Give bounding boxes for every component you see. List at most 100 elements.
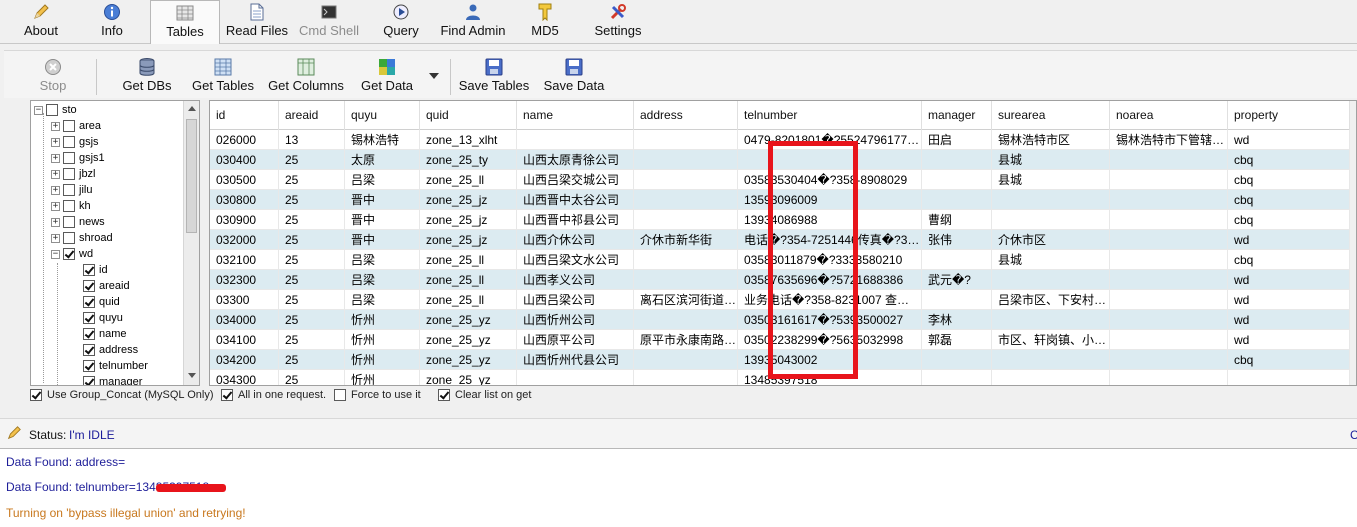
save-data-button[interactable]: Save Data bbox=[542, 57, 606, 97]
column-header-surearea[interactable]: surearea bbox=[992, 101, 1110, 130]
tab-find-admin[interactable]: Find Admin bbox=[436, 0, 510, 42]
checkbox-checked[interactable] bbox=[83, 296, 95, 308]
table-cell-property[interactable]: cbq bbox=[1228, 250, 1350, 270]
table-cell-quid[interactable]: zone_25_yz bbox=[420, 310, 517, 330]
checkbox-checked[interactable] bbox=[83, 312, 95, 324]
table-cell-property[interactable] bbox=[1228, 370, 1350, 385]
table-cell-name[interactable]: 山西晋中祁县公司 bbox=[517, 210, 634, 230]
table-cell-areaid[interactable]: 25 bbox=[279, 330, 345, 350]
table-cell-property[interactable]: cbq bbox=[1228, 190, 1350, 210]
table-cell-noarea[interactable] bbox=[1110, 250, 1228, 270]
table-cell-id[interactable]: 034100 bbox=[210, 330, 279, 350]
table-cell-name[interactable] bbox=[517, 370, 634, 385]
tab-about[interactable]: About bbox=[8, 0, 74, 42]
table-cell-address[interactable] bbox=[634, 270, 738, 290]
tree-node-column[interactable]: telnumber bbox=[83, 358, 148, 374]
table-cell-noarea[interactable] bbox=[1110, 330, 1228, 350]
tree-node-column[interactable]: quid bbox=[83, 294, 120, 310]
collapse-icon[interactable]: − bbox=[34, 105, 43, 115]
tree-node-column[interactable]: quyu bbox=[83, 310, 123, 326]
checkbox[interactable] bbox=[63, 120, 75, 132]
tree-node-table[interactable]: + gsjs bbox=[51, 134, 99, 150]
table-cell-noarea[interactable] bbox=[1110, 170, 1228, 190]
table-cell-id[interactable]: 034000 bbox=[210, 310, 279, 330]
checkbox[interactable] bbox=[63, 152, 75, 164]
table-cell-id[interactable]: 032100 bbox=[210, 250, 279, 270]
checkbox[interactable] bbox=[63, 232, 75, 244]
checkbox-checked[interactable] bbox=[30, 389, 42, 401]
table-cell-quyu[interactable]: 忻州 bbox=[345, 330, 420, 350]
get-tables-button[interactable]: Get Tables bbox=[190, 57, 256, 97]
table-cell-areaid[interactable]: 25 bbox=[279, 150, 345, 170]
checkbox-checked[interactable] bbox=[221, 389, 233, 401]
table-cell-areaid[interactable]: 25 bbox=[279, 310, 345, 330]
table-cell-manager[interactable]: 曹纲 bbox=[922, 210, 992, 230]
table-cell-name[interactable]: 山西吕梁文水公司 bbox=[517, 250, 634, 270]
table-cell-id[interactable]: 030900 bbox=[210, 210, 279, 230]
save-tables-button[interactable]: Save Tables bbox=[456, 57, 532, 97]
table-cell-id[interactable]: 030500 bbox=[210, 170, 279, 190]
table-cell-quyu[interactable]: 锡林浩特 bbox=[345, 130, 420, 150]
checkbox-checked[interactable] bbox=[83, 264, 95, 276]
table-cell-quyu[interactable]: 晋中 bbox=[345, 230, 420, 250]
table-cell-quyu[interactable]: 忻州 bbox=[345, 350, 420, 370]
tab-cmd-shell[interactable]: Cmd Shell bbox=[298, 0, 360, 42]
table-cell-id[interactable]: 026000 bbox=[210, 130, 279, 150]
table-cell-manager[interactable]: 李林 bbox=[922, 310, 992, 330]
checkbox[interactable] bbox=[63, 168, 75, 180]
table-cell-address[interactable] bbox=[634, 150, 738, 170]
table-cell-property[interactable]: wd bbox=[1228, 310, 1350, 330]
table-cell-manager[interactable] bbox=[922, 190, 992, 210]
column-header-quyu[interactable]: quyu bbox=[345, 101, 420, 130]
checkbox[interactable] bbox=[63, 136, 75, 148]
table-cell-manager[interactable]: 张伟 bbox=[922, 230, 992, 250]
grid-scrollbar[interactable] bbox=[1350, 101, 1356, 385]
scrollbar-thumb[interactable] bbox=[186, 119, 197, 233]
table-cell-noarea[interactable] bbox=[1110, 370, 1228, 385]
table-cell-name[interactable]: 山西吕梁交城公司 bbox=[517, 170, 634, 190]
table-cell-address[interactable] bbox=[634, 310, 738, 330]
tree-node-column[interactable]: address bbox=[83, 342, 138, 358]
table-cell-property[interactable]: wd bbox=[1228, 130, 1350, 150]
table-cell-quyu[interactable]: 忻州 bbox=[345, 370, 420, 385]
expand-icon[interactable]: + bbox=[51, 153, 60, 163]
table-cell-quyu[interactable]: 太原 bbox=[345, 150, 420, 170]
table-cell-noarea[interactable] bbox=[1110, 210, 1228, 230]
column-header-quid[interactable]: quid bbox=[420, 101, 517, 130]
table-cell-surearea[interactable] bbox=[992, 370, 1110, 385]
table-cell-quid[interactable]: zone_25_ll bbox=[420, 250, 517, 270]
tab-tables[interactable]: Tables bbox=[150, 0, 220, 44]
table-cell-surearea[interactable] bbox=[992, 270, 1110, 290]
column-header-property[interactable]: property bbox=[1228, 101, 1350, 130]
table-cell-quid[interactable]: zone_25_jz bbox=[420, 210, 517, 230]
table-cell-surearea[interactable] bbox=[992, 310, 1110, 330]
table-cell-surearea[interactable]: 县城 bbox=[992, 170, 1110, 190]
table-cell-property[interactable]: wd bbox=[1228, 330, 1350, 350]
tab-settings[interactable]: Settings bbox=[590, 0, 646, 42]
table-cell-property[interactable]: wd bbox=[1228, 270, 1350, 290]
table-cell-noarea[interactable] bbox=[1110, 290, 1228, 310]
table-cell-property[interactable]: cbq bbox=[1228, 170, 1350, 190]
table-cell-quyu[interactable]: 忻州 bbox=[345, 310, 420, 330]
table-cell-id[interactable]: 032000 bbox=[210, 230, 279, 250]
checkbox[interactable] bbox=[63, 200, 75, 212]
table-cell-quid[interactable]: zone_13_xlht bbox=[420, 130, 517, 150]
column-header-address[interactable]: address bbox=[634, 101, 738, 130]
table-cell-surearea[interactable]: 市区、轩岗镇、小… bbox=[992, 330, 1110, 350]
table-cell-noarea[interactable] bbox=[1110, 150, 1228, 170]
table-cell-areaid[interactable]: 25 bbox=[279, 210, 345, 230]
table-cell-property[interactable]: wd bbox=[1228, 290, 1350, 310]
expand-icon[interactable]: + bbox=[51, 233, 60, 243]
table-cell-id[interactable]: 03300 bbox=[210, 290, 279, 310]
table-cell-surearea[interactable] bbox=[992, 350, 1110, 370]
table-cell-areaid[interactable]: 25 bbox=[279, 190, 345, 210]
table-cell-address[interactable]: 介休市新华街 bbox=[634, 230, 738, 250]
table-cell-quyu[interactable]: 晋中 bbox=[345, 210, 420, 230]
table-cell-surearea[interactable]: 介休市区 bbox=[992, 230, 1110, 250]
checkbox[interactable] bbox=[46, 104, 58, 116]
table-cell-address[interactable] bbox=[634, 190, 738, 210]
table-cell-noarea[interactable] bbox=[1110, 350, 1228, 370]
table-cell-quid[interactable]: zone_25_yz bbox=[420, 330, 517, 350]
checkbox-checked[interactable] bbox=[63, 248, 75, 260]
get-data-button[interactable]: Get Data bbox=[358, 57, 416, 97]
